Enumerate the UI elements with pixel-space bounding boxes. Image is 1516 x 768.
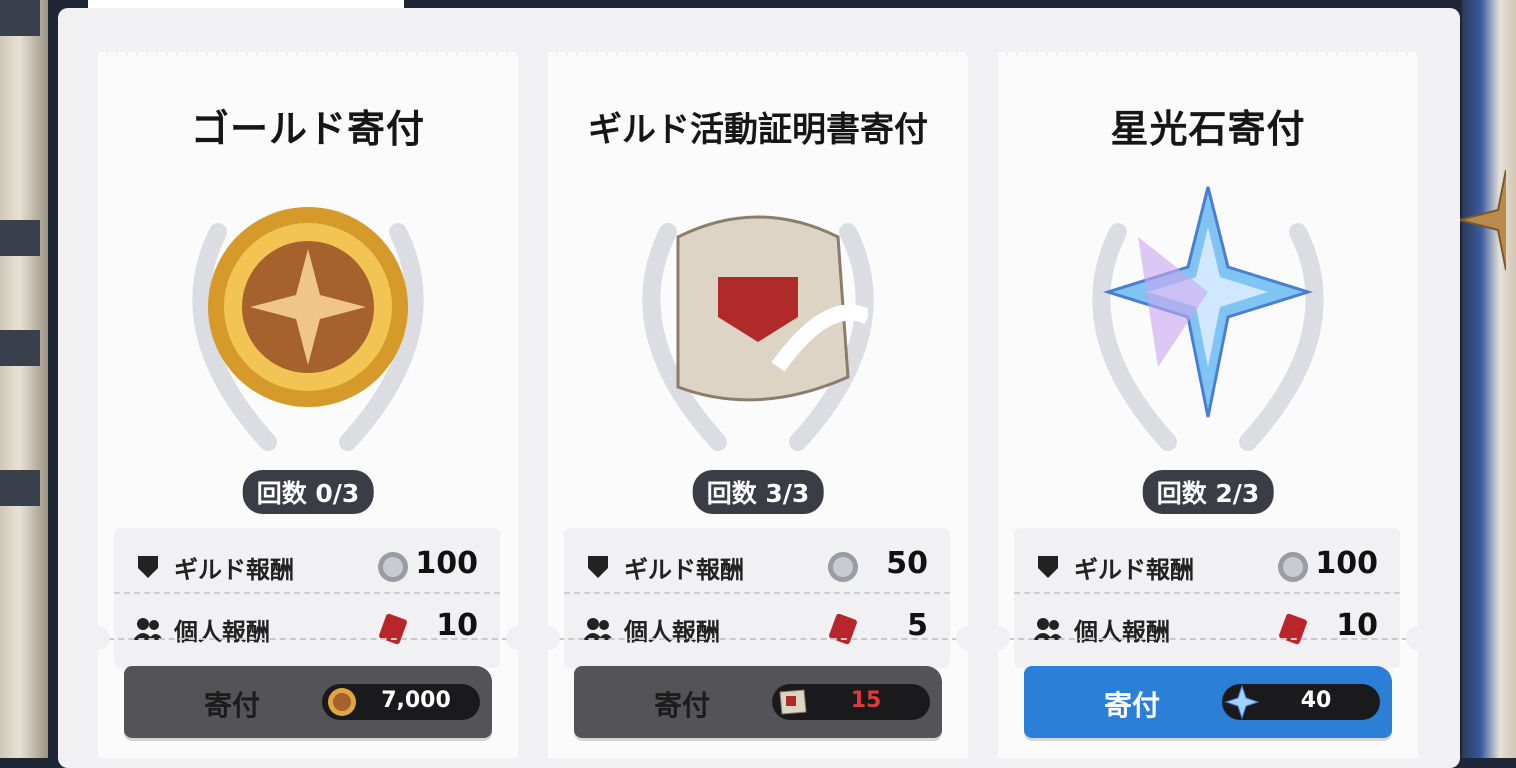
guild-reward-row: ギルド報酬 100 [1014, 534, 1400, 594]
card-title: ゴールド寄付 [190, 107, 425, 151]
guild-reward-label: ギルド報酬 [624, 556, 744, 584]
guild-coin-icon [1278, 552, 1308, 582]
certificate-icon [779, 689, 807, 715]
guild-shield-icon [138, 556, 158, 578]
donation-count-badge: 回数 3/3 [692, 470, 824, 514]
cost-pill: 40 [1222, 684, 1380, 720]
guild-coin-icon [378, 552, 408, 582]
guild-shield-icon [1038, 556, 1058, 578]
donate-button[interactable]: 寄付 40 [1024, 666, 1392, 738]
personal-reward-row: 個人報酬 10 [114, 596, 500, 660]
donate-button-label: 寄付 [1104, 689, 1161, 722]
card-perforation [98, 638, 518, 642]
gold-coin-icon [328, 688, 356, 716]
donate-button[interactable]: 寄付 7,000 [124, 666, 492, 738]
donate-button-label: 寄付 [204, 689, 261, 722]
personal-reward-row: 個人報酬 10 [1014, 596, 1400, 660]
reward-summary: ギルド報酬 100 個人報酬 10 [114, 528, 500, 668]
donate-button[interactable]: 寄付 15 [574, 666, 942, 738]
donation-count-badge: 回数 0/3 [242, 470, 374, 514]
donation-count-badge: 回数 2/3 [1142, 470, 1274, 514]
guild-reward-row: ギルド報酬 100 [114, 534, 500, 594]
tab-indicator [88, 0, 404, 8]
starlight-stone-icon [1102, 186, 1314, 418]
guild-reward-label: ギルド報酬 [174, 556, 294, 584]
donation-card-certificate: ギルド活動証明書寄付 回数 3/3 ギルド報酬 50 個人報酬 5 寄付 15 [536, 52, 980, 758]
card-perforation [998, 638, 1418, 642]
card-title: ギルド活動証明書寄付 [588, 110, 928, 150]
gold-coin-icon [208, 207, 408, 407]
donation-card-starlight-stone: 星光石寄付 回数 2/3 ギルド報酬 100 個人報酬 10 寄付 40 [986, 52, 1430, 758]
reward-summary: ギルド報酬 50 個人報酬 5 [564, 528, 950, 668]
cost-value: 40 [1300, 688, 1332, 713]
starlight-stone-icon [1224, 684, 1260, 720]
cost-value: 7,000 [381, 688, 451, 713]
right-background-decoration [1456, 0, 1516, 758]
left-background-decoration [0, 0, 48, 758]
star-ornament-icon [1456, 170, 1506, 271]
donate-button-label: 寄付 [654, 689, 711, 722]
guild-reward-value: 100 [415, 546, 478, 581]
guild-reward-label: ギルド報酬 [1074, 556, 1194, 584]
guild-reward-row: ギルド報酬 50 [564, 534, 950, 594]
card-perforation [548, 638, 968, 642]
cost-value: 15 [850, 688, 882, 713]
cost-pill: 15 [772, 684, 930, 720]
guild-reward-value: 100 [1315, 546, 1378, 581]
guild-shield-icon [588, 556, 608, 578]
guild-coin-icon [828, 552, 858, 582]
certificate-icon [676, 215, 868, 402]
card-title: 星光石寄付 [1110, 107, 1306, 151]
guild-reward-value: 50 [886, 546, 928, 581]
donation-card-gold: ゴールド寄付 回数 0/3 ギルド報酬 100 個人報酬 10 寄付 7,000 [86, 52, 530, 758]
reward-summary: ギルド報酬 100 個人報酬 10 [1014, 528, 1400, 668]
cost-pill: 7,000 [322, 684, 480, 720]
personal-reward-row: 個人報酬 5 [564, 596, 950, 660]
